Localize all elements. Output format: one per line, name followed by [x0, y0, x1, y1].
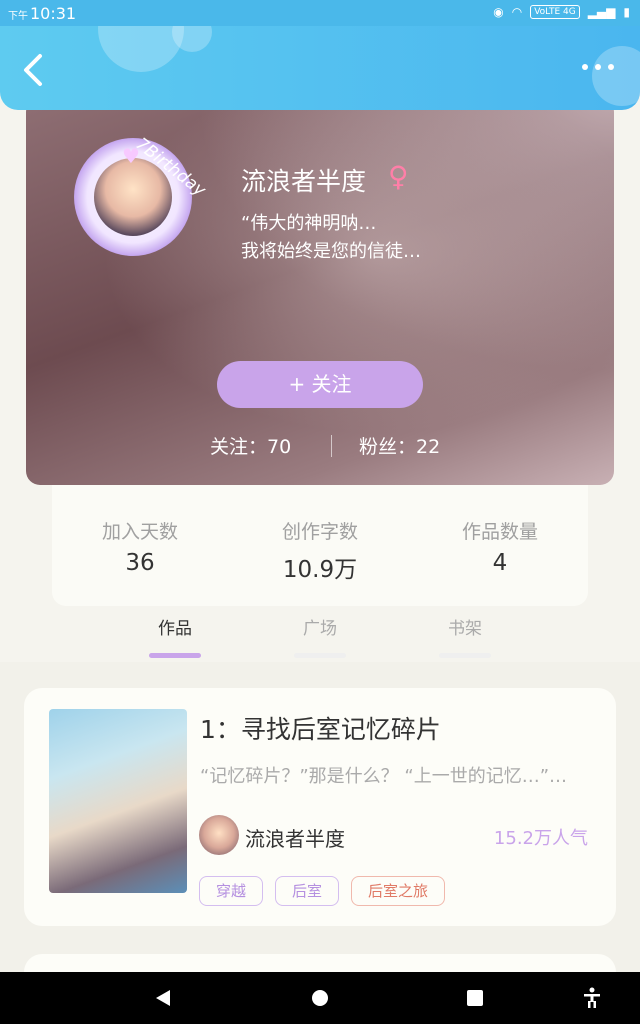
- stats-card: 加入天数 36 创作字数 10.9万 作品数量 4: [52, 470, 588, 606]
- username: 流浪者半度: [241, 167, 367, 196]
- tab-indicator: [294, 653, 346, 658]
- profile-card: ♥ 7Birthday 流浪者半度 ♀ “伟大的神明呐… 我将始终是您的信徒… …: [26, 98, 614, 485]
- bio: “伟大的神明呐… 我将始终是您的信徒…: [241, 210, 421, 266]
- follow-counts: 关注：70 粉丝：22: [26, 432, 614, 462]
- stat-works-count: 作品数量 4: [420, 517, 580, 576]
- author-avatar[interactable]: [199, 815, 239, 855]
- tab-bar: 作品 广场 书架: [0, 614, 640, 658]
- tab-indicator: [439, 653, 491, 658]
- status-ampm: 下午: [8, 11, 28, 22]
- avatar-frame[interactable]: ♥: [74, 138, 192, 256]
- tab-square[interactable]: 广场: [280, 614, 360, 658]
- status-clock: 10:31: [30, 4, 77, 23]
- tab-works[interactable]: 作品: [135, 614, 215, 658]
- work-description: “记忆碎片？”那是什么？ “上一世的记忆…”…: [200, 766, 568, 787]
- stat-join-days: 加入天数 36: [60, 517, 220, 576]
- tab-label: 作品: [158, 619, 192, 639]
- network-badge: VoLTE 4G: [530, 5, 580, 19]
- stat-label: 作品数量: [461, 521, 538, 543]
- stat-value: 4: [492, 550, 508, 576]
- nav-home-icon[interactable]: [308, 986, 332, 1010]
- decor-bubble: [592, 46, 640, 106]
- more-dots-icon: [595, 64, 601, 70]
- stat-label: 加入天数: [101, 521, 178, 543]
- work-cover-image[interactable]: [49, 709, 187, 893]
- back-button[interactable]: [18, 50, 50, 90]
- popularity: 15.2万人气: [493, 828, 588, 849]
- stat-word-count: 创作字数 10.9万: [240, 517, 400, 584]
- tab-indicator: [149, 653, 201, 658]
- author-name[interactable]: 流浪者半度: [245, 823, 345, 852]
- bio-line-2: 我将始终是您的信徒…: [241, 241, 421, 262]
- wifi-icon: ◠: [511, 5, 523, 19]
- status-bar: 下午 10:31 ◉ ◠ VoLTE 4G ▂▄▆ ▮: [0, 0, 640, 26]
- nav-back-icon[interactable]: [152, 986, 176, 1010]
- divider: [331, 435, 332, 457]
- stat-value: 10.9万: [282, 557, 358, 583]
- work-title[interactable]: 1：寻找后室记忆碎片: [200, 710, 441, 746]
- tab-bookshelf[interactable]: 书架: [425, 614, 505, 658]
- system-nav-bar: [0, 972, 640, 1024]
- tag[interactable]: 穿越: [199, 876, 264, 906]
- female-icon: ♀: [388, 160, 409, 193]
- eye-icon: ◉: [493, 5, 504, 19]
- bio-line-1: “伟大的神明呐…: [241, 213, 377, 234]
- status-time: 下午 10:31: [8, 4, 76, 23]
- more-dots-icon: [608, 64, 614, 70]
- tag[interactable]: 后室: [275, 876, 340, 906]
- nav-recents-icon[interactable]: [463, 986, 487, 1010]
- tag-list: 穿越 后室 后室之旅: [199, 876, 446, 906]
- tag[interactable]: 后室之旅: [351, 876, 446, 906]
- battery-icon: ▮: [623, 5, 630, 19]
- tab-label: 广场: [303, 619, 337, 639]
- stat-label: 创作字数: [281, 521, 358, 543]
- more-button[interactable]: [580, 56, 620, 76]
- stat-value: 36: [125, 550, 155, 576]
- following-count[interactable]: 关注：70: [210, 432, 291, 459]
- more-dots-icon: [582, 64, 588, 70]
- follow-button[interactable]: + 关注: [217, 361, 423, 408]
- work-card[interactable]: 1：寻找后室记忆碎片 “记忆碎片？”那是什么？ “上一世的记忆…”… 流浪者半度…: [24, 688, 616, 926]
- back-arrow-icon: [24, 54, 42, 86]
- status-icons: ◉ ◠ VoLTE 4G ▂▄▆ ▮: [493, 5, 630, 19]
- top-header: [0, 26, 640, 110]
- accessibility-icon[interactable]: [580, 986, 604, 1010]
- tab-label: 书架: [448, 619, 482, 639]
- signal-icon: ▂▄▆: [587, 5, 616, 19]
- fans-count[interactable]: 粉丝：22: [359, 432, 440, 459]
